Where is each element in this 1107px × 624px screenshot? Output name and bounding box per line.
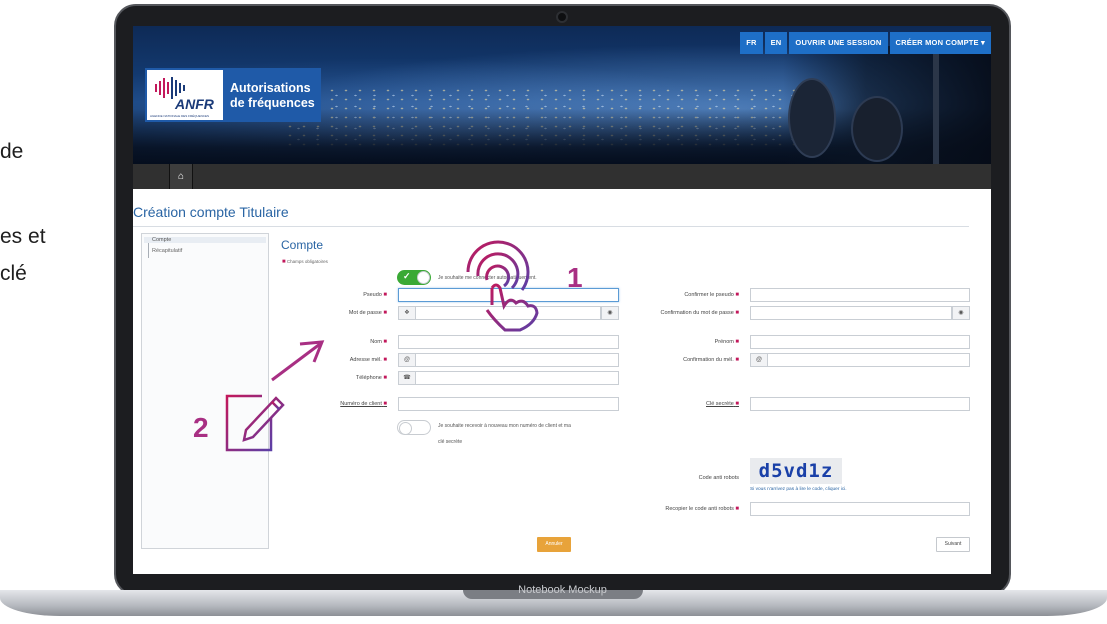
annotation-layer [225, 240, 539, 452]
stage: de es et clé Notebook Mockup FR EN OUVRI… [0, 0, 1107, 624]
step-1-badge: 1 [567, 262, 583, 293]
step-2-badge: 2 [193, 412, 209, 443]
tap-gesture-icon [466, 240, 539, 332]
edit-pencil-icon [225, 394, 285, 452]
arrow-icon [271, 340, 325, 382]
